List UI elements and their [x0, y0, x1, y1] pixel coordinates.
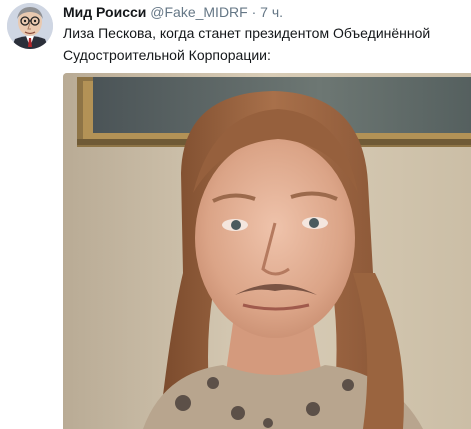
tweet-header: Мид Роисси @Fake_MIDRF · 7 ч. — [63, 3, 463, 21]
tweet-card: Мид Роисси @Fake_MIDRF · 7 ч. Лиза Песко… — [0, 0, 471, 429]
author-name[interactable]: Мид Роисси — [63, 4, 146, 20]
author-handle[interactable]: @Fake_MIDRF — [150, 4, 247, 20]
caricature-avatar-icon — [7, 3, 53, 49]
author-avatar[interactable] — [7, 3, 53, 49]
tweet-text: Лиза Пескова, когда станет президентом О… — [63, 25, 431, 63]
portrait-photo-icon — [63, 73, 471, 429]
header-separator: · — [251, 4, 257, 20]
tweet-media[interactable] — [63, 73, 471, 429]
tweet-timestamp[interactable]: 7 ч. — [260, 4, 283, 20]
